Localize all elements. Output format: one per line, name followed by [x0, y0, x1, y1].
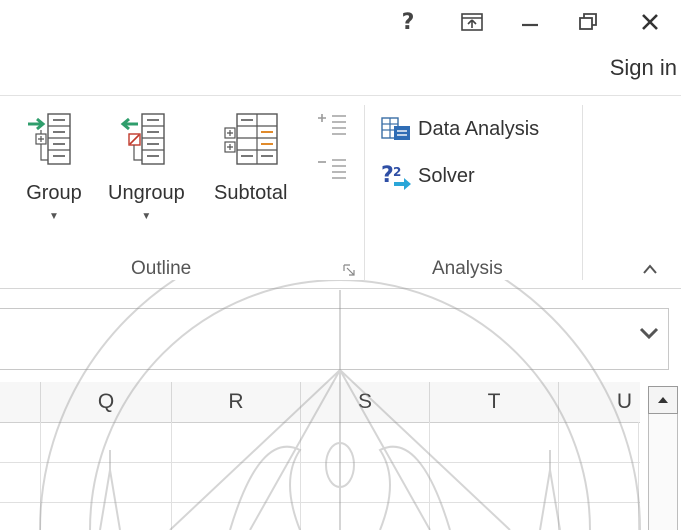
column-header-s[interactable]: S — [301, 382, 430, 422]
column-header-partial — [0, 382, 41, 422]
ribbon-display-options-button[interactable] — [452, 6, 492, 38]
analysis-group-label: Analysis — [432, 258, 503, 279]
subtotal-icon — [224, 113, 278, 165]
solver-icon: ? 2 — [381, 163, 411, 190]
formula-bar[interactable] — [0, 308, 669, 370]
chevron-down-icon: ▼ — [49, 211, 59, 222]
help-button[interactable]: ? — [388, 6, 428, 38]
gridline — [0, 502, 640, 503]
collapse-ribbon-button[interactable] — [642, 262, 658, 280]
hide-detail-button[interactable] — [316, 156, 350, 189]
subtotal-label: Subtotal — [214, 182, 288, 204]
group-label: Group — [26, 182, 82, 204]
group-icon — [28, 113, 71, 165]
chevron-down-icon — [639, 327, 659, 340]
solver-button[interactable]: ? 2 Solver — [380, 162, 475, 190]
chevron-down-icon: ▼ — [141, 211, 152, 222]
close-icon — [642, 14, 658, 30]
column-header-r[interactable]: R — [172, 382, 301, 422]
subtotal-button[interactable]: Subtotal — [214, 110, 287, 205]
column-header-row: Q R S T U — [0, 382, 640, 423]
ungroup-icon — [121, 113, 166, 165]
sign-in-link[interactable]: Sign in — [610, 55, 677, 81]
dialog-launcher-icon — [343, 264, 355, 276]
close-button[interactable] — [630, 6, 670, 38]
worksheet-grid[interactable]: Q R S T U — [0, 382, 645, 530]
arrow-up-icon — [658, 397, 668, 403]
gridline — [0, 462, 640, 463]
group-separator — [364, 105, 365, 280]
outline-group-label: Outline — [131, 258, 192, 279]
hide-detail-icon — [318, 159, 346, 179]
expand-formula-bar-button[interactable] — [638, 325, 660, 346]
outline-dialog-launcher[interactable] — [343, 263, 355, 281]
minimize-icon — [522, 23, 538, 27]
group-separator — [582, 105, 583, 280]
group-button[interactable]: Group ▼ — [24, 110, 84, 222]
show-detail-button[interactable] — [316, 112, 350, 145]
chevron-up-icon — [643, 264, 657, 274]
data-analysis-icon — [381, 117, 410, 140]
minimize-button[interactable] — [510, 6, 550, 38]
column-header-u[interactable]: U — [559, 382, 640, 422]
gridline — [638, 422, 639, 530]
ribbon-top-border — [0, 95, 681, 96]
data-analysis-label: Data Analysis — [418, 117, 540, 140]
svg-text:2: 2 — [393, 165, 401, 179]
restore-button[interactable] — [568, 6, 608, 38]
ungroup-button[interactable]: Ungroup ▼ — [108, 110, 185, 222]
svg-text:?: ? — [381, 163, 394, 188]
column-header-q[interactable]: Q — [41, 382, 172, 422]
gridline — [171, 422, 172, 530]
ribbon-display-options-icon — [461, 13, 483, 31]
gridline — [300, 422, 301, 530]
data-analysis-button[interactable]: Data Analysis — [380, 116, 539, 142]
solver-label: Solver — [418, 164, 475, 187]
ungroup-label: Ungroup — [108, 182, 185, 204]
ribbon-bottom-border — [0, 288, 681, 289]
vertical-scrollbar-track[interactable] — [648, 414, 678, 530]
column-header-t[interactable]: T — [430, 382, 559, 422]
gridline — [40, 422, 41, 530]
help-icon: ? — [401, 9, 415, 35]
scroll-up-button[interactable] — [648, 386, 678, 414]
gridline — [429, 422, 430, 530]
restore-icon — [579, 13, 597, 30]
show-detail-icon — [318, 114, 346, 135]
title-bar: ? — [0, 0, 681, 44]
gridline — [558, 422, 559, 530]
